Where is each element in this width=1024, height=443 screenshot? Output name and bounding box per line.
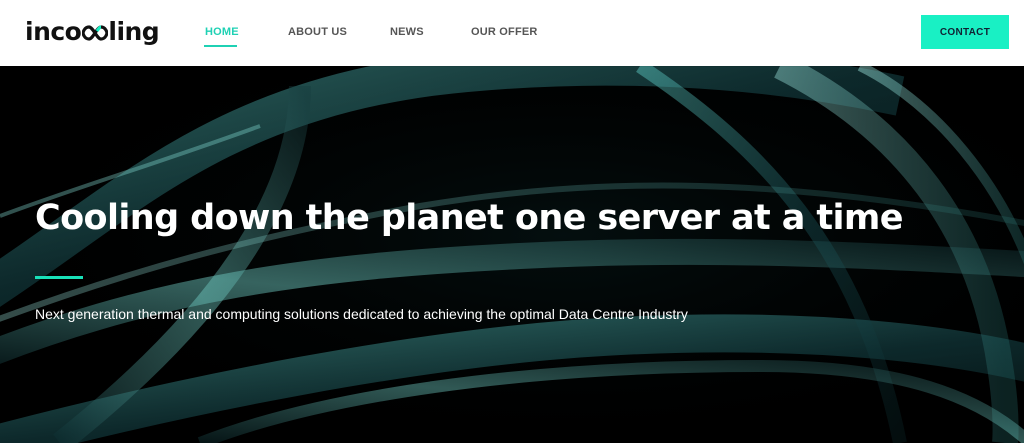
nav-item-news[interactable]: NEWS xyxy=(390,26,424,38)
nav-item-about-us[interactable]: ABOUT US xyxy=(288,26,347,38)
hero-section: Cooling down the planet one server at a … xyxy=(0,66,1024,443)
nav-item-home[interactable]: HOME xyxy=(205,26,239,38)
hero-background-image xyxy=(0,66,1024,443)
nav-active-underline xyxy=(204,45,237,47)
hero-title: Cooling down the planet one server at a … xyxy=(35,198,903,238)
nav-item-our-offer[interactable]: OUR OFFER xyxy=(471,26,538,38)
main-nav: HOME ABOUT US NEWS OUR OFFER xyxy=(0,0,1024,66)
site-header: inco ling HOME ABOUT US NEWS OUR OFFER C… xyxy=(0,0,1024,66)
contact-button[interactable]: CONTACT xyxy=(921,15,1009,49)
hero-accent-line xyxy=(35,276,83,279)
hero-subtitle: Next generation thermal and computing so… xyxy=(35,306,688,322)
